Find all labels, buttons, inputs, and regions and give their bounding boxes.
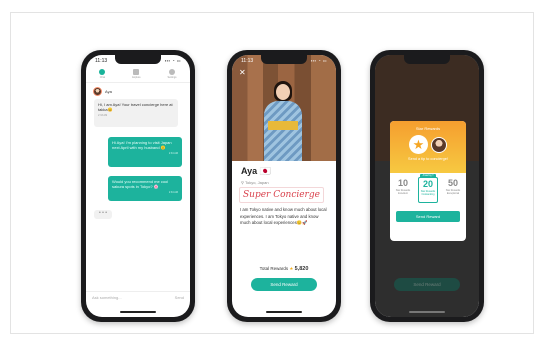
avatar[interactable] <box>93 87 102 96</box>
avatar <box>431 136 447 153</box>
send-button[interactable]: Send <box>175 295 184 300</box>
tab-chat[interactable]: Chat <box>99 69 106 82</box>
phone-profile: 11:13 ▪▪▪ ◔ ▭ ✕ Aya 🇯🇵 ⚲ Tokyo, Japan Su… <box>227 50 341 322</box>
concierge-portrait <box>264 81 302 161</box>
reward-option-20[interactable]: Amazing !! 20 Star Rewards Outstanding <box>418 174 438 203</box>
home-indicator <box>120 311 156 313</box>
tab-settings[interactable]: Settings <box>168 69 177 82</box>
message-time: 2:34 AM <box>168 191 178 194</box>
signal-icon: ▪▪▪ ◔ ▭ <box>310 58 327 63</box>
gear-icon <box>169 69 176 75</box>
reward-option-10[interactable]: 10 Star Rewards Excellent <box>393 177 413 203</box>
profile-bio: I am Tokyo native and know much about lo… <box>240 207 327 225</box>
showcase-frame: 11:13 ▪▪▪ ◔ ▭ Chat Explore Settings Aya … <box>10 12 534 334</box>
phone-reward-modal: Send Reward Star Rewards ★ Send a tip to… <box>370 50 484 322</box>
status-time: 11:13 <box>95 58 108 64</box>
phone-notch <box>115 55 161 64</box>
reward-options: 10 Star Rewards Excellent Amazing !! 20 … <box>390 174 466 203</box>
send-reward-button[interactable]: Send Reward <box>251 278 317 291</box>
super-concierge-badge: Super Concierge <box>239 187 324 203</box>
modal-title: Star Rewards <box>415 126 441 131</box>
star-icon: ★ <box>289 266 294 271</box>
profile-screen: 11:13 ▪▪▪ ◔ ▭ ✕ Aya 🇯🇵 ⚲ Tokyo, Japan Su… <box>232 55 336 317</box>
phone-notch <box>261 55 307 64</box>
total-rewards-value: 5,820 <box>294 266 309 272</box>
tab-bar: Chat Explore Settings <box>86 69 190 83</box>
phone-chat: 11:13 ▪▪▪ ◔ ▭ Chat Explore Settings Aya … <box>81 50 195 322</box>
modal-send-reward-button[interactable]: Send Reward <box>396 211 460 222</box>
status-time: 11:13 <box>241 58 254 64</box>
total-rewards: Total Rewards ★ 5,820 <box>232 266 336 272</box>
close-icon[interactable]: ✕ <box>239 69 246 77</box>
chat-icon <box>99 69 106 75</box>
message-composer: Ask something... Send <box>86 291 190 303</box>
star-icon: ★ <box>409 135 428 154</box>
home-indicator <box>409 311 445 313</box>
message-time: 2:33 AM <box>98 114 108 117</box>
modal-subtitle: Send a tip to concierge! <box>408 157 448 161</box>
phone-notch <box>404 55 450 64</box>
chat-screen: 11:13 ▪▪▪ ◔ ▭ Chat Explore Settings Aya … <box>86 55 190 317</box>
reward-screen: Send Reward Star Rewards ★ Send a tip to… <box>375 55 479 317</box>
reward-modal: Star Rewards ★ Send a tip to concierge! … <box>390 121 466 241</box>
background-send-button: Send Reward <box>394 278 460 291</box>
modal-header: Star Rewards ★ Send a tip to concierge! <box>390 121 466 173</box>
profile-photo <box>232 55 336 161</box>
profile-location: ⚲ Tokyo, Japan <box>241 180 269 185</box>
tab-explore[interactable]: Explore <box>132 69 141 82</box>
reward-option-50[interactable]: 50 Star Rewards Exceptional <box>443 177 463 203</box>
message-input[interactable]: Ask something... <box>92 295 122 300</box>
typing-indicator: • • • <box>94 210 112 219</box>
chat-header: Aya <box>93 87 112 96</box>
message-outgoing: Would you recommend me cool sakura spots… <box>108 176 182 201</box>
grid-icon <box>133 69 140 75</box>
home-indicator <box>266 311 302 313</box>
signal-icon: ▪▪▪ ◔ ▭ <box>164 58 181 63</box>
message-incoming: Hi, I am Aya! Your travel concierge here… <box>94 99 178 127</box>
total-rewards-label: Total Rewards <box>259 266 289 271</box>
chat-contact-name: Aya <box>105 89 112 94</box>
message-time: 2:34 AM <box>168 152 178 155</box>
selected-tag: Amazing !! <box>420 174 436 178</box>
message-outgoing: Hi Aya! I'm planning to visit Japan next… <box>108 137 182 167</box>
profile-name: Aya 🇯🇵 <box>241 166 271 176</box>
